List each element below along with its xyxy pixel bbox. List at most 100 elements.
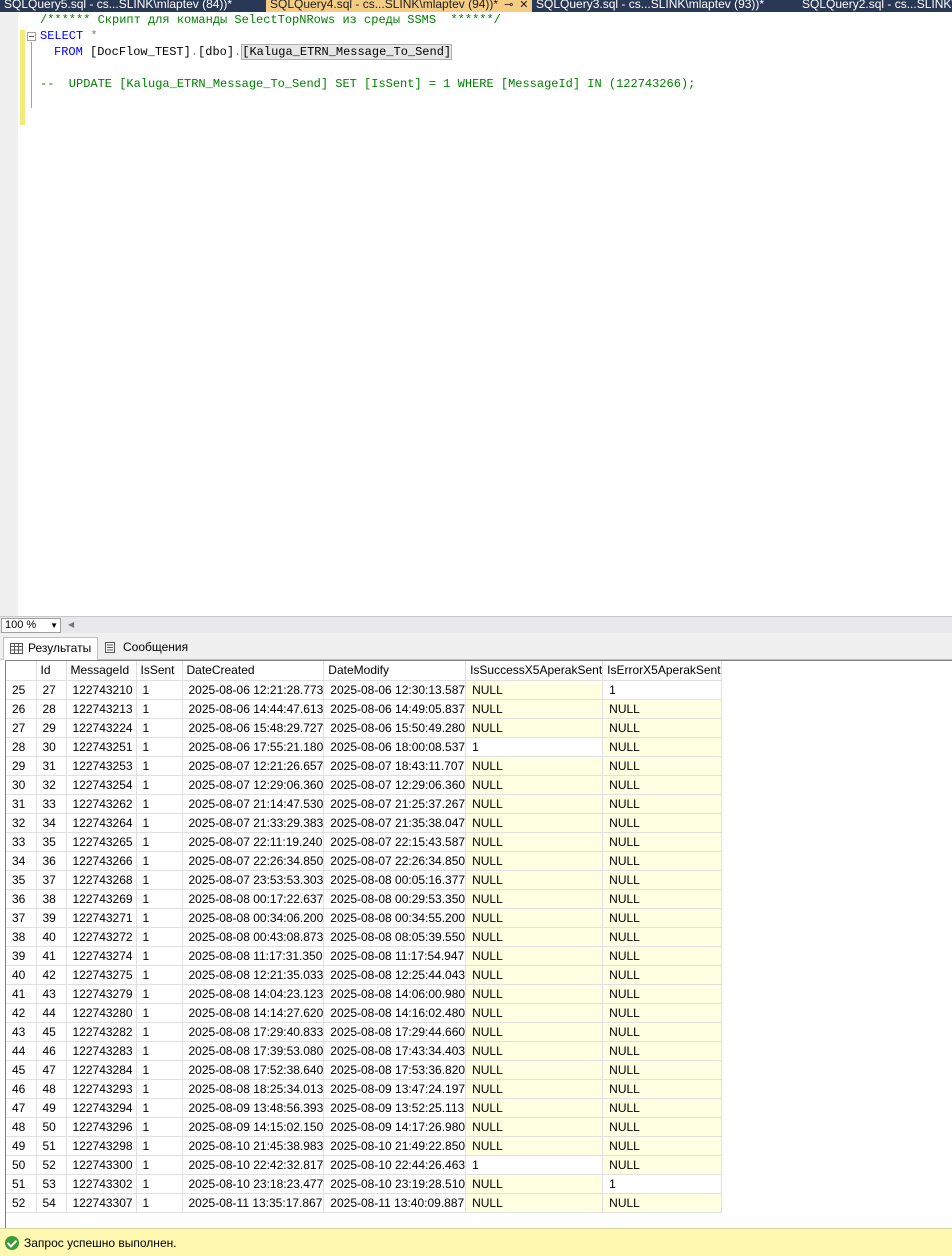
- grid-cell[interactable]: 2025-08-08 00:17:22.637: [182, 889, 325, 909]
- row-number[interactable]: 51: [6, 1174, 37, 1194]
- column-header[interactable]: IsSent: [136, 661, 183, 681]
- grid-cell[interactable]: 122743294: [66, 1098, 137, 1118]
- grid-cell[interactable]: NULL: [465, 1098, 604, 1118]
- grid-cell[interactable]: 1: [136, 908, 183, 928]
- grid-cell[interactable]: 1: [136, 1155, 183, 1175]
- grid-cell[interactable]: 1: [136, 832, 183, 852]
- row-number[interactable]: 26: [6, 699, 37, 719]
- table-row[interactable]: 36 38 122743269 1 2025-08-08 00:17:22.637 202…: [6, 889, 722, 909]
- grid-cell[interactable]: 2025-08-07 22:26:34.850: [182, 851, 325, 871]
- grid-cell[interactable]: NULL: [465, 984, 604, 1004]
- grid-cell[interactable]: 2025-08-07 21:33:29.383: [182, 813, 325, 833]
- row-number[interactable]: 47: [6, 1098, 37, 1118]
- grid-cell[interactable]: 2025-08-08 00:34:55.200: [323, 908, 467, 928]
- column-header[interactable]: DateCreated: [182, 661, 325, 681]
- grid-cell[interactable]: 1: [136, 984, 183, 1004]
- grid-cell[interactable]: 28: [36, 699, 67, 719]
- grid-cell[interactable]: 30: [36, 737, 67, 757]
- table-row[interactable]: 25 27 122743210 1 2025-08-06 12:21:28.773 202…: [6, 680, 722, 700]
- scroll-left-icon[interactable]: ◀: [68, 620, 74, 629]
- grid-cell[interactable]: 1: [136, 1003, 183, 1023]
- grid-cell[interactable]: 37: [36, 870, 67, 890]
- grid-cell[interactable]: NULL: [602, 737, 722, 757]
- grid-cell[interactable]: 43: [36, 984, 67, 1004]
- grid-cell[interactable]: 2025-08-07 21:25:37.267: [323, 794, 467, 814]
- grid-cell[interactable]: 2025-08-08 17:29:44.660: [323, 1022, 467, 1042]
- grid-cell[interactable]: 2025-08-08 14:04:23.123: [182, 984, 325, 1004]
- table-row[interactable]: 47 49 122743294 1 2025-08-09 13:48:56.393 202…: [6, 1098, 722, 1118]
- grid-cell[interactable]: 1: [136, 965, 183, 985]
- tab-sqlquery4[interactable]: SQLQuery4.sql - cs...SLINK\mlaptev (94))…: [266, 0, 532, 12]
- grid-cell[interactable]: 122743251: [66, 737, 137, 757]
- grid-cell[interactable]: 2025-08-06 15:50:49.280: [323, 718, 467, 738]
- grid-cell[interactable]: NULL: [602, 1079, 722, 1099]
- grid-cell[interactable]: 1: [136, 737, 183, 757]
- grid-cell[interactable]: 2025-08-07 18:43:11.707: [323, 756, 467, 776]
- grid-cell[interactable]: NULL: [465, 927, 604, 947]
- grid-cell[interactable]: 2025-08-07 21:35:38.047: [323, 813, 467, 833]
- grid-cell[interactable]: NULL: [602, 965, 722, 985]
- grid-cell[interactable]: 2025-08-08 00:43:08.873: [182, 927, 325, 947]
- grid-cell[interactable]: NULL: [602, 851, 722, 871]
- grid-cell[interactable]: NULL: [602, 1136, 722, 1156]
- grid-cell[interactable]: 2025-08-08 18:25:34.013: [182, 1079, 325, 1099]
- row-number[interactable]: 34: [6, 851, 37, 871]
- grid-cell[interactable]: NULL: [602, 699, 722, 719]
- grid-cell[interactable]: 2025-08-08 17:29:40.833: [182, 1022, 325, 1042]
- grid-cell[interactable]: 31: [36, 756, 67, 776]
- table-row[interactable]: 52 54 122743307 1 2025-08-11 13:35:17.867 202…: [6, 1193, 722, 1213]
- grid-cell[interactable]: NULL: [602, 813, 722, 833]
- grid-cell[interactable]: 122743271: [66, 908, 137, 928]
- grid-cell[interactable]: 122743210: [66, 680, 137, 700]
- grid-cell[interactable]: NULL: [602, 908, 722, 928]
- row-number[interactable]: 28: [6, 737, 37, 757]
- column-header[interactable]: Id: [36, 661, 67, 681]
- grid-cell[interactable]: NULL: [602, 1041, 722, 1061]
- table-row[interactable]: 48 50 122743296 1 2025-08-09 14:15:02.150 202…: [6, 1117, 722, 1137]
- grid-cell[interactable]: NULL: [602, 1193, 722, 1213]
- grid-cell[interactable]: 122743302: [66, 1174, 137, 1194]
- grid-cell[interactable]: NULL: [602, 889, 722, 909]
- grid-cell[interactable]: 122743269: [66, 889, 137, 909]
- column-header[interactable]: DateModify: [323, 661, 467, 681]
- grid-cell[interactable]: 2025-08-08 14:06:00.980: [323, 984, 467, 1004]
- grid-cell[interactable]: 122743253: [66, 756, 137, 776]
- grid-cell[interactable]: 2025-08-07 23:53:53.303: [182, 870, 325, 890]
- row-number[interactable]: 52: [6, 1193, 37, 1213]
- table-row[interactable]: 45 47 122743284 1 2025-08-08 17:52:38.640 202…: [6, 1060, 722, 1080]
- row-number[interactable]: 44: [6, 1041, 37, 1061]
- grid-cell[interactable]: NULL: [465, 699, 604, 719]
- grid-cell[interactable]: 2025-08-09 14:15:02.150: [182, 1117, 325, 1137]
- grid-cell[interactable]: NULL: [465, 1079, 604, 1099]
- row-number[interactable]: 42: [6, 1003, 37, 1023]
- grid-cell[interactable]: NULL: [465, 1174, 604, 1194]
- grid-cell[interactable]: 2025-08-08 11:17:54.947: [323, 946, 467, 966]
- grid-cell[interactable]: 122743268: [66, 870, 137, 890]
- column-header[interactable]: IsSuccessX5AperakSent: [465, 661, 604, 681]
- row-number[interactable]: 35: [6, 870, 37, 890]
- table-row[interactable]: 28 30 122743251 1 2025-08-06 17:55:21.180 202…: [6, 737, 722, 757]
- grid-corner[interactable]: [6, 661, 37, 681]
- grid-cell[interactable]: 46: [36, 1041, 67, 1061]
- grid-cell[interactable]: 1: [136, 1060, 183, 1080]
- row-number[interactable]: 41: [6, 984, 37, 1004]
- grid-cell[interactable]: NULL: [602, 1117, 722, 1137]
- grid-cell[interactable]: NULL: [602, 1155, 722, 1175]
- grid-cell[interactable]: 2025-08-08 12:21:35.033: [182, 965, 325, 985]
- grid-cell[interactable]: 1: [136, 946, 183, 966]
- row-number[interactable]: 45: [6, 1060, 37, 1080]
- grid-cell[interactable]: 2025-08-08 17:39:53.080: [182, 1041, 325, 1061]
- grid-cell[interactable]: 2025-08-08 12:25:44.043: [323, 965, 467, 985]
- grid-cell[interactable]: 122743284: [66, 1060, 137, 1080]
- table-row[interactable]: 44 46 122743283 1 2025-08-08 17:39:53.080 202…: [6, 1041, 722, 1061]
- table-row[interactable]: 31 33 122743262 1 2025-08-07 21:14:47.530 202…: [6, 794, 722, 814]
- grid-cell[interactable]: 33: [36, 794, 67, 814]
- table-row[interactable]: 27 29 122743224 1 2025-08-06 15:48:29.727 202…: [6, 718, 722, 738]
- grid-cell[interactable]: NULL: [465, 832, 604, 852]
- grid-cell[interactable]: NULL: [602, 927, 722, 947]
- grid-cell[interactable]: 45: [36, 1022, 67, 1042]
- grid-cell[interactable]: 47: [36, 1060, 67, 1080]
- grid-cell[interactable]: NULL: [602, 1022, 722, 1042]
- row-number[interactable]: 49: [6, 1136, 37, 1156]
- grid-cell[interactable]: 122743266: [66, 851, 137, 871]
